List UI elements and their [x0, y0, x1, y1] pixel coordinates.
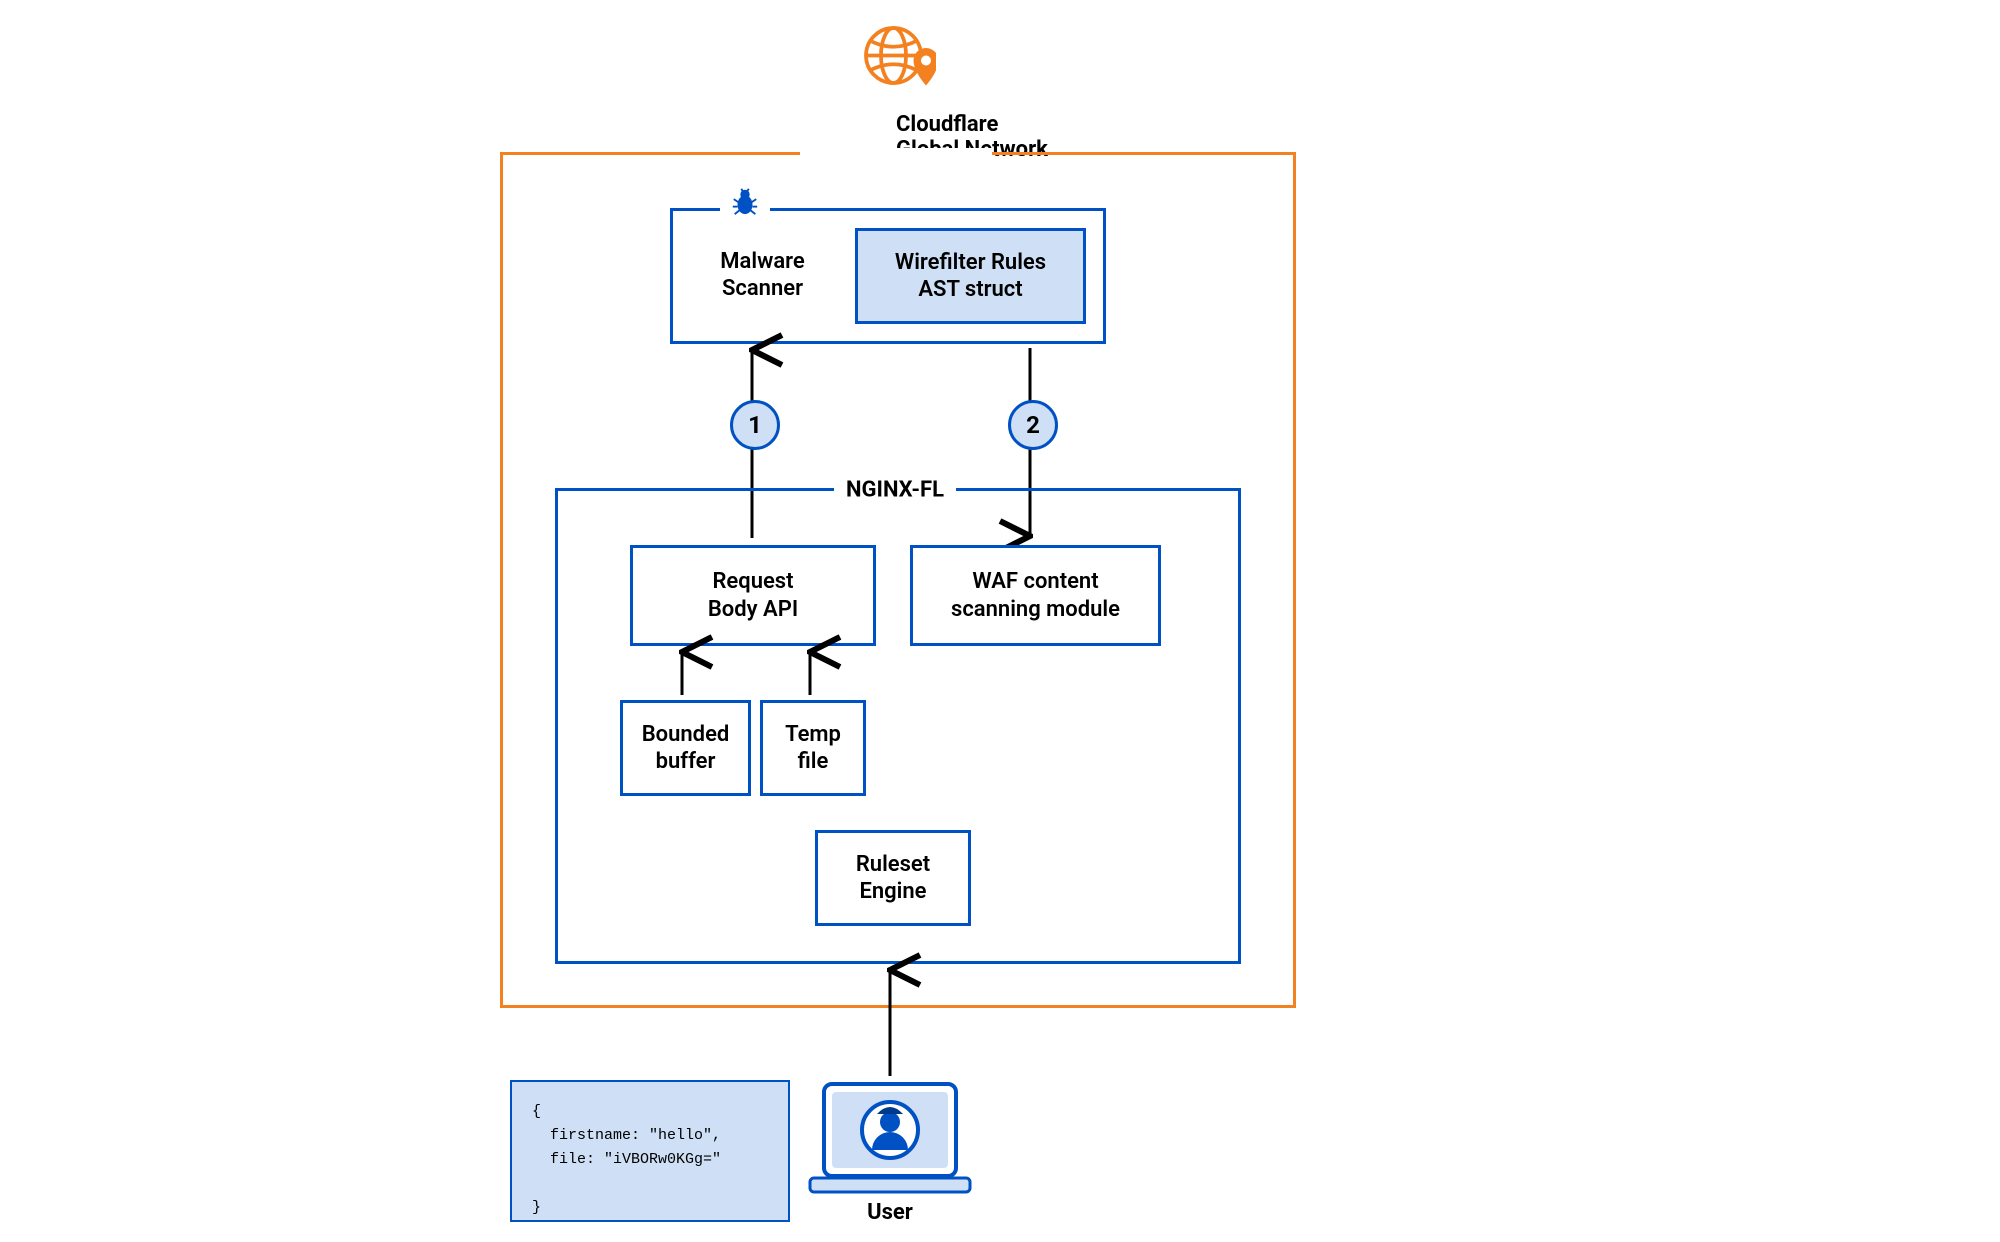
malware-scanner-label: Malware Scanner	[685, 230, 840, 320]
bug-icon	[730, 186, 760, 216]
request-body-api-box: Request Body API	[630, 545, 876, 646]
ruleset-engine-box: Ruleset Engine	[815, 830, 971, 926]
user-label: User	[800, 1200, 980, 1225]
wirefilter-rules-box: Wirefilter Rules AST struct	[855, 228, 1086, 324]
step-badge-1: 1	[730, 400, 780, 450]
title-line-1: Cloudflare	[896, 112, 998, 137]
title-border-gap	[800, 148, 992, 158]
waf-content-scanning-module-box: WAF content scanning module	[910, 545, 1161, 646]
step-badge-2: 2	[1008, 400, 1058, 450]
nginx-fl-label: NGINX-FL	[834, 478, 956, 503]
bounded-buffer-box: Bounded buffer	[620, 700, 751, 796]
globe-location-icon	[856, 18, 936, 98]
step-2-number: 2	[1026, 411, 1040, 439]
temp-file-box: Temp file	[760, 700, 866, 796]
laptop-icon	[800, 1078, 980, 1198]
user-payload-json: { firstname: "hello", file: "iVBORw0KGg=…	[510, 1080, 790, 1222]
step-1-number: 1	[748, 411, 762, 439]
avatar-icon	[862, 1102, 918, 1158]
